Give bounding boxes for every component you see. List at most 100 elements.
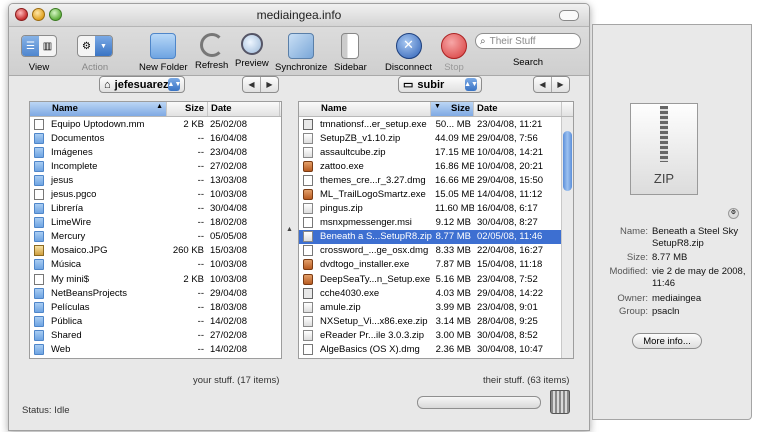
file-row[interactable]: cche4030.exe 4.03 MB 29/04/08, 14:22: [299, 286, 573, 300]
synchronize-label: Synchronize: [275, 62, 328, 73]
file-icon: [303, 174, 313, 186]
file-date: 23/04/08, 7:52: [477, 273, 538, 285]
trash-icon[interactable]: [550, 390, 570, 414]
file-row[interactable]: Pública -- 14/02/08: [30, 314, 281, 328]
file-row[interactable]: pingus.zip 11.60 MB 16/04/08, 6:17: [299, 202, 573, 216]
file-row[interactable]: zattoo.exe 16.86 MB 10/04/08, 20:21: [299, 159, 573, 173]
file-icon: [303, 217, 313, 229]
disconnect-button[interactable]: ✕ Disconnect: [385, 33, 432, 73]
file-row[interactable]: Música -- 10/03/08: [30, 258, 281, 272]
file-row[interactable]: Incomplete -- 27/02/08: [30, 159, 281, 173]
view-control[interactable]: ☰ ▥ View: [21, 33, 57, 73]
more-info-button[interactable]: More info...: [632, 333, 702, 349]
remote-item-count: their stuff. (63 items): [483, 375, 570, 386]
file-row[interactable]: Mosaico.JPG 260 KB 15/03/08: [30, 244, 281, 258]
file-row[interactable]: Equipo Uptodown.mm 2 KB 25/02/08: [30, 117, 281, 131]
new-folder-button[interactable]: New Folder: [139, 33, 188, 73]
left-path-label: jefesuarez: [114, 78, 169, 91]
sort-arrow-icon: ▼: [434, 103, 441, 110]
title-bar[interactable]: mediaingea.info: [9, 4, 589, 27]
size-column-header[interactable]: ▼ Size: [431, 102, 474, 116]
right-path-popup[interactable]: ▭ subir ▲▼: [398, 76, 482, 93]
date-column-header[interactable]: Date: [474, 102, 562, 116]
file-row[interactable]: jesus.pgco -- 10/03/08: [30, 187, 281, 201]
file-row[interactable]: Mercury -- 05/05/08: [30, 230, 281, 244]
file-row[interactable]: Documentos -- 16/04/08: [30, 131, 281, 145]
file-row[interactable]: DeepSeaTy...n_Setup.exe 5.16 MB 23/04/08, …: [299, 272, 573, 286]
file-date: 14/02/08: [210, 344, 247, 356]
file-size: 2.36 MB: [435, 344, 471, 356]
info-size-value: 8.77 MB: [652, 252, 688, 263]
file-row[interactable]: amule.zip 3.99 MB 23/04/08, 9:01: [299, 300, 573, 314]
vertical-scrollbar[interactable]: [561, 117, 573, 358]
forward-button[interactable]: ▶: [551, 77, 569, 92]
file-row[interactable]: ML_TrailLogoSmartz.exe 15.05 MB 14/04/08, …: [299, 187, 573, 201]
file-name: LimeWire: [51, 217, 92, 229]
file-row[interactable]: msnxpmessenger.msi 9.12 MB 30/04/08, 8:27: [299, 216, 573, 230]
refresh-button[interactable]: Refresh: [195, 33, 228, 71]
scrollbar-thumb[interactable]: [563, 131, 572, 191]
size-column-header[interactable]: Size: [167, 102, 208, 116]
file-row[interactable]: Shared -- 27/02/08: [30, 328, 281, 342]
name-column-header[interactable]: Name ▲: [30, 102, 167, 116]
file-row[interactable]: dvdtogo_installer.exe 7.87 MB 15/04/08, 11…: [299, 258, 573, 272]
file-size: --: [197, 203, 204, 215]
file-row[interactable]: Web -- 14/02/08: [30, 343, 281, 357]
new-folder-icon: [150, 33, 177, 59]
file-name: ML_TrailLogoSmartz.exe: [320, 189, 426, 201]
back-button[interactable]: ◀: [534, 77, 551, 92]
info-action-icon[interactable]: ⚙: [728, 208, 739, 219]
file-date: 15/04/08, 11:18: [477, 259, 543, 271]
file-size: 3.14 MB: [435, 315, 471, 327]
file-row[interactable]: tmnationsf...er_setup.exe 50... MB 23/04/0…: [299, 117, 573, 131]
file-row[interactable]: jesus -- 13/03/08: [30, 173, 281, 187]
left-path-popup[interactable]: ⌂ jefesuarez ▲▼: [99, 76, 185, 93]
action-menu[interactable]: ⚙ ▼: [77, 35, 113, 57]
back-button[interactable]: ◀: [243, 77, 260, 92]
file-row[interactable]: My mini$ 2 KB 10/03/08: [30, 272, 281, 286]
file-row[interactable]: Imágenes -- 23/04/08: [30, 145, 281, 159]
preview-button[interactable]: Preview: [235, 33, 269, 69]
file-date: 29/04/08, 14:22: [477, 287, 544, 299]
preview-label: Preview: [235, 58, 269, 69]
column-view-icon[interactable]: ▥: [39, 36, 56, 56]
file-row[interactable]: Beneath a S...SetupR8.zip 8.77 MB 02/05/08…: [299, 229, 573, 244]
action-control[interactable]: ⚙ ▼ Action: [77, 33, 113, 73]
left-column-header: Name ▲ Size Date: [30, 102, 281, 117]
file-date: 18/02/08: [210, 217, 247, 229]
file-row[interactable]: SetupZB_v1.10.zip 44.09 MB 29/04/08, 7:56: [299, 131, 573, 145]
file-row[interactable]: LimeWire -- 18/02/08: [30, 216, 281, 230]
search-input[interactable]: ⌕ Their Stuff: [475, 33, 581, 49]
file-row[interactable]: Películas -- 18/03/08: [30, 300, 281, 314]
chevron-updown-icon: ▲▼: [464, 78, 478, 91]
file-name: AlgeBasics (OS X).dmg: [320, 344, 420, 356]
file-row[interactable]: assaultcube.zip 17.15 MB 10/04/08, 14:21: [299, 145, 573, 159]
file-date: 30/04/08: [210, 203, 247, 215]
file-row[interactable]: themes_cre...r_3.27.dmg 16.66 MB 29/04/08,…: [299, 173, 573, 187]
sidebar-button[interactable]: Sidebar: [334, 33, 367, 73]
date-column-header[interactable]: Date: [208, 102, 280, 116]
new-folder-label: New Folder: [139, 62, 188, 73]
forward-button[interactable]: ▶: [260, 77, 278, 92]
view-segmented[interactable]: ☰ ▥: [21, 35, 57, 57]
folder-icon: [34, 132, 44, 144]
stop-button[interactable]: Stop: [441, 33, 467, 73]
file-date: 10/04/08, 20:21: [477, 160, 544, 172]
local-file-list[interactable]: Name ▲ Size Date Equipo Uptodown.mm 2 KB 2…: [29, 101, 282, 359]
file-row[interactable]: Librería -- 30/04/08: [30, 202, 281, 216]
info-owner-key: Owner:: [617, 293, 648, 304]
home-icon: ⌂: [104, 78, 111, 91]
file-icon: [303, 287, 313, 299]
toolbar-toggle-button[interactable]: [559, 10, 579, 21]
file-row[interactable]: AlgeBasics (OS X).dmg 2.36 MB 30/04/08, 10…: [299, 343, 573, 357]
file-date: 10/03/08: [210, 189, 247, 201]
synchronize-button[interactable]: Synchronize: [275, 33, 327, 73]
file-row[interactable]: NXSetup_Vi...x86.exe.zip 3.14 MB 28/04/08,…: [299, 314, 573, 328]
file-row[interactable]: eReader Pr...ile 3.0.3.zip 3.00 MB 30/04/0…: [299, 328, 573, 342]
file-row[interactable]: crossword_...ge_osx.dmg 8.33 MB 22/04/08, …: [299, 244, 573, 258]
list-view-icon[interactable]: ☰: [22, 36, 39, 56]
file-date: 27/02/08: [210, 329, 247, 341]
file-row[interactable]: NetBeansProjects -- 29/04/08: [30, 286, 281, 300]
remote-file-list[interactable]: Name ▼ Size Date tmnationsf...er_setup.e…: [298, 101, 574, 359]
name-column-header[interactable]: Name: [299, 102, 431, 116]
